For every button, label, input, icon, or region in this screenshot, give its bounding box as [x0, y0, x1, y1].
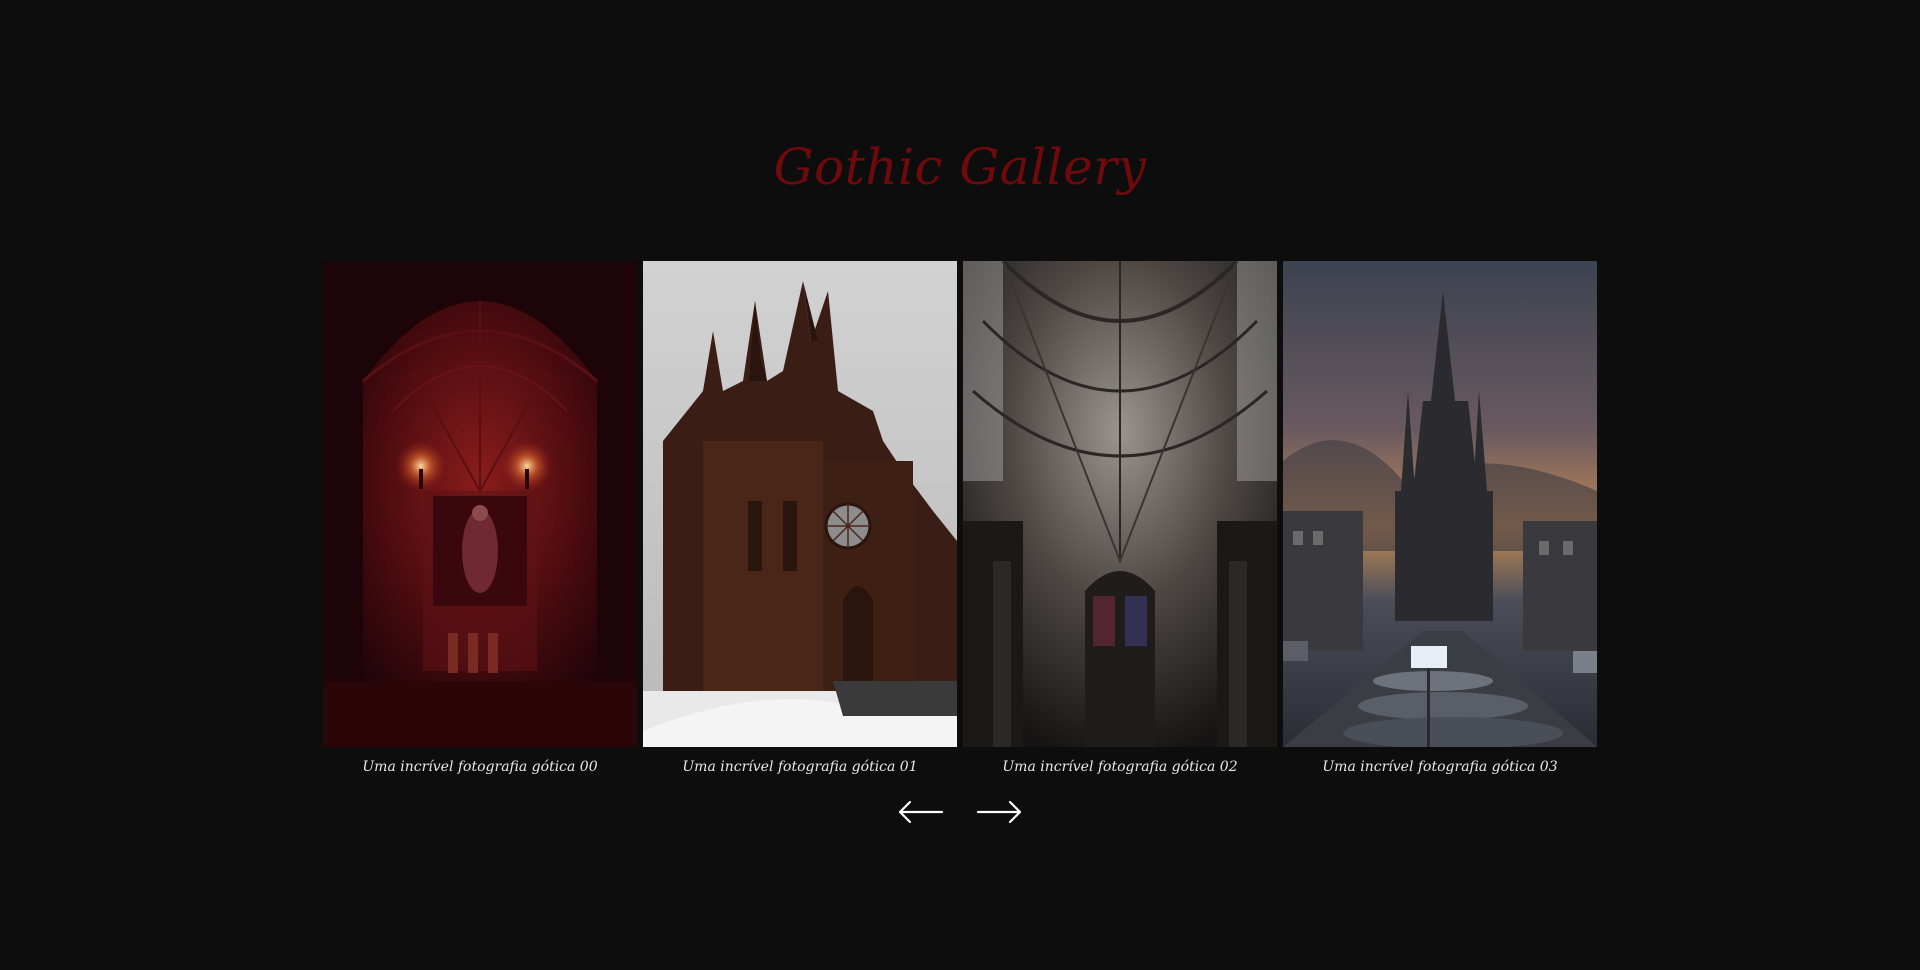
photo-caption: Uma incrível fotografia gótica 00	[362, 759, 598, 775]
arrow-left-icon	[898, 800, 944, 824]
page-title: Gothic Gallery	[773, 138, 1147, 196]
next-button[interactable]	[974, 798, 1024, 826]
gallery-photo[interactable]	[323, 261, 637, 747]
photo-caption: Uma incrível fotografia gótica 03	[1322, 759, 1558, 775]
cathedral-street-photo	[1283, 261, 1597, 747]
chapel-interior-photo	[323, 261, 637, 747]
nave-ceiling-photo	[963, 261, 1277, 747]
gallery-photo[interactable]	[643, 261, 957, 747]
gallery-photo[interactable]	[1283, 261, 1597, 747]
cathedral-exterior-photo	[643, 261, 957, 747]
photo-caption: Uma incrível fotografia gótica 01	[682, 759, 918, 775]
gallery	[323, 261, 1597, 747]
arrow-right-icon	[976, 800, 1022, 824]
prev-button[interactable]	[896, 798, 946, 826]
photo-caption: Uma incrível fotografia gótica 02	[1002, 759, 1238, 775]
gallery-photo[interactable]	[963, 261, 1277, 747]
